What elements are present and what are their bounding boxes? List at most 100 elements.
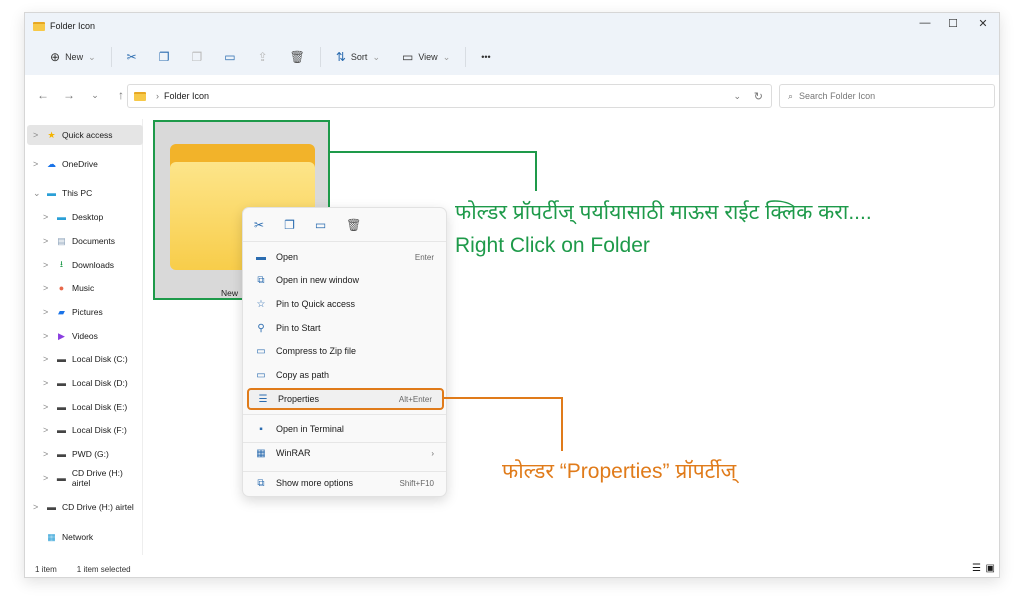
chevron-icon[interactable]: > bbox=[33, 502, 41, 512]
sidebar-item[interactable]: > ★ Quick access bbox=[27, 125, 143, 145]
details-view-icon[interactable]: ☰ bbox=[972, 563, 981, 574]
annotation-connector bbox=[443, 397, 563, 399]
more-options-icon: ⧉ bbox=[257, 477, 265, 489]
sidebar-item[interactable]: ⌄ ▬ This PC bbox=[27, 183, 143, 203]
sidebar-item-label: Quick access bbox=[62, 130, 113, 140]
sidebar-item[interactable]: > ▶ Videos bbox=[27, 326, 143, 346]
chevron-icon[interactable]: > bbox=[43, 378, 51, 388]
maximize-button[interactable]: ☐ bbox=[938, 17, 968, 30]
sidebar-item[interactable]: > ▬ CD Drive (H:) airtel bbox=[27, 468, 143, 488]
sidebar-item-icon: ▬ bbox=[57, 449, 66, 459]
menu-divider bbox=[243, 414, 446, 415]
copy-icon: ❐ bbox=[158, 50, 170, 64]
back-button[interactable]: ← bbox=[35, 88, 51, 102]
chevron-icon[interactable]: > bbox=[33, 159, 41, 169]
menu-item-label: Open in new window bbox=[276, 275, 360, 285]
chevron-down-icon[interactable]: ⌄ bbox=[733, 91, 741, 102]
address-bar[interactable]: › Folder Icon ⌄ ↻ bbox=[127, 84, 772, 108]
forward-button[interactable]: → bbox=[61, 88, 77, 102]
sidebar-item-icon: ▦ bbox=[47, 531, 56, 542]
sidebar-item-label: This PC bbox=[62, 188, 93, 198]
chevron-icon[interactable]: > bbox=[43, 473, 51, 483]
sidebar-item[interactable]: ▦ Network bbox=[27, 527, 143, 547]
more-button[interactable]: ••• bbox=[470, 52, 501, 62]
sidebar-item[interactable]: > ☁ OneDrive bbox=[27, 154, 143, 174]
chevron-icon[interactable]: > bbox=[43, 260, 51, 270]
paste-button[interactable]: ❐ bbox=[180, 50, 213, 64]
menu-item-open[interactable]: ▬ Open Enter bbox=[247, 246, 444, 268]
view-button[interactable]: ▭ View ⌄ bbox=[391, 50, 461, 64]
chevron-icon[interactable]: ⌄ bbox=[33, 188, 41, 199]
delete-button[interactable]: 🗑 bbox=[279, 50, 316, 64]
chevron-icon[interactable]: > bbox=[43, 331, 51, 341]
refresh-icon[interactable]: ↻ bbox=[754, 90, 763, 103]
new-button[interactable]: ⊕ New ⌄ bbox=[39, 50, 107, 64]
menu-item-winrar[interactable]: ▦ WinRAR › bbox=[247, 442, 444, 464]
sidebar-item[interactable]: > ▬ Local Disk (E:) bbox=[27, 397, 143, 417]
context-menu-quick-actions: ✂ ❐ ▭ 🗑 bbox=[243, 208, 446, 242]
menu-item-compress-to-zip-file[interactable]: ▭ Compress to Zip file bbox=[247, 340, 444, 362]
rename-button[interactable]: ▭ bbox=[213, 50, 246, 64]
sidebar-item[interactable]: > ▬ CD Drive (H:) airtel bbox=[27, 497, 143, 517]
sidebar-item-icon: ▤ bbox=[57, 235, 66, 246]
menu-item-shortcut: Enter bbox=[414, 252, 434, 262]
sidebar-item[interactable]: > ● Music bbox=[27, 278, 143, 298]
chevron-icon[interactable]: > bbox=[43, 402, 51, 412]
menu-item-label: Pin to Start bbox=[276, 323, 321, 333]
chevron-icon[interactable]: > bbox=[43, 425, 51, 435]
cut-button[interactable]: ✂ bbox=[116, 50, 148, 64]
sidebar-item[interactable]: > ▰ Pictures bbox=[27, 302, 143, 322]
chevron-icon[interactable]: > bbox=[43, 212, 51, 222]
sort-button[interactable]: ⇅ Sort ⌄ bbox=[325, 50, 391, 64]
sidebar-item-label: CD Drive (H:) airtel bbox=[62, 502, 134, 512]
sidebar-item-label: Local Disk (F:) bbox=[72, 425, 127, 435]
copy-icon[interactable]: ❐ bbox=[284, 218, 295, 232]
minimize-button[interactable]: — bbox=[910, 17, 940, 29]
menu-item-open-in-terminal[interactable]: ▪ Open in Terminal bbox=[247, 418, 444, 440]
sidebar-item-label: Videos bbox=[72, 331, 98, 341]
sidebar-item[interactable]: > ▤ Documents bbox=[27, 231, 143, 251]
sidebar-item[interactable]: > ▬ Local Disk (D:) bbox=[27, 373, 143, 393]
breadcrumb[interactable]: Folder Icon bbox=[164, 91, 209, 101]
rename-icon[interactable]: ▭ bbox=[315, 218, 326, 232]
chevron-icon[interactable]: > bbox=[43, 307, 51, 317]
sidebar-item-label: CD Drive (H:) airtel bbox=[71, 468, 123, 488]
context-menu: ✂ ❐ ▭ 🗑 ▬ Open Enter ⧉ Open in new window ☆ Pi… bbox=[242, 207, 447, 497]
menu-item-pin-to-quick-access[interactable]: ☆ Pin to Quick access bbox=[247, 293, 444, 315]
chevron-icon[interactable]: > bbox=[43, 449, 51, 459]
sidebar-item[interactable]: > ▬ Local Disk (F:) bbox=[27, 420, 143, 440]
chevron-icon[interactable]: > bbox=[43, 354, 51, 364]
close-button[interactable]: ✕ bbox=[968, 17, 998, 30]
sidebar-item-label: Local Disk (C:) bbox=[72, 354, 128, 364]
sort-icon: ⇅ bbox=[335, 50, 346, 64]
sidebar-item-icon: ▬ bbox=[57, 354, 66, 364]
sidebar-item[interactable]: > ▬ Local Disk (C:) bbox=[27, 349, 143, 369]
tiles-view-icon[interactable]: ▣ bbox=[986, 563, 995, 574]
menu-item-open-in-new-window[interactable]: ⧉ Open in new window bbox=[247, 269, 444, 291]
sidebar-item-icon: ● bbox=[58, 283, 65, 293]
chevron-icon[interactable]: > bbox=[43, 236, 51, 246]
chevron-icon[interactable]: > bbox=[43, 283, 51, 293]
delete-icon[interactable]: 🗑 bbox=[346, 218, 361, 232]
menu-item-pin-to-start[interactable]: ⚲ Pin to Start bbox=[247, 317, 444, 339]
sidebar-item[interactable]: > ▬ Desktop bbox=[27, 207, 143, 227]
title-bar: Folder Icon — ☐ ✕ bbox=[25, 13, 999, 39]
share-icon: ⇪ bbox=[257, 50, 268, 64]
share-button[interactable]: ⇪ bbox=[247, 50, 279, 64]
menu-item-show-more-options[interactable]: ⧉ Show more options Shift+F10 bbox=[247, 472, 444, 494]
cut-icon[interactable]: ✂ bbox=[254, 218, 264, 232]
chevron-icon[interactable]: > bbox=[33, 130, 41, 140]
sidebar-item[interactable]: > ▬ PWD (G:) bbox=[27, 444, 143, 464]
recent-chevron-icon[interactable]: ⌄ bbox=[87, 90, 103, 101]
menu-item-label: Pin to Quick access bbox=[276, 299, 356, 309]
menu-item-label: Open bbox=[276, 252, 299, 262]
menu-item-label: Properties bbox=[278, 394, 320, 404]
search-input[interactable]: ⌕ Search Folder Icon bbox=[779, 84, 995, 108]
menu-item-label: Open in Terminal bbox=[276, 424, 344, 434]
menu-item-copy-as-path[interactable]: ▭ Copy as path bbox=[247, 364, 444, 386]
pin-icon: ⚲ bbox=[257, 322, 265, 334]
copy-button[interactable]: ❐ bbox=[148, 50, 181, 64]
menu-item-properties[interactable]: ☰ Properties Alt+Enter bbox=[247, 388, 444, 410]
sidebar-item[interactable]: > ⭳ Downloads bbox=[27, 255, 143, 275]
sidebar-item-label: Pictures bbox=[72, 307, 103, 317]
